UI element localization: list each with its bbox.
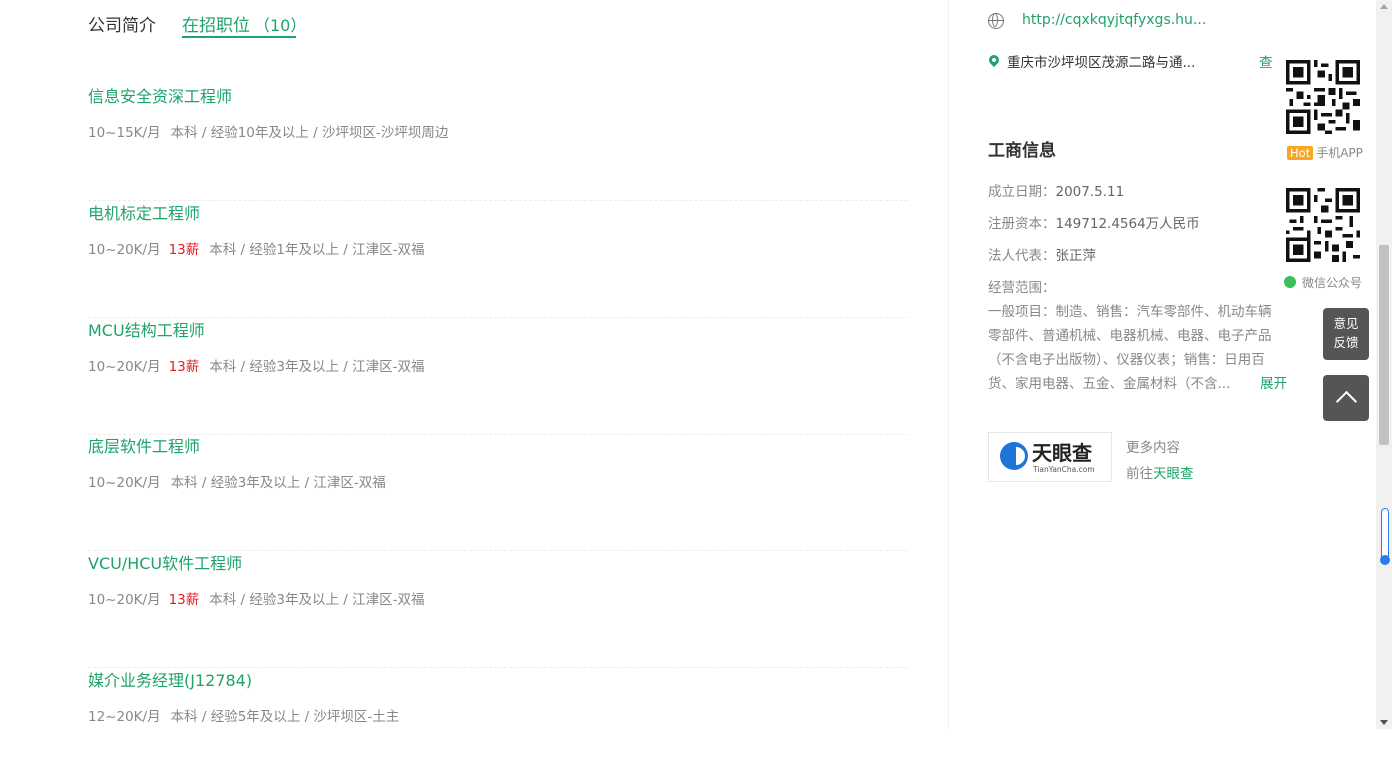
company-website-link[interactable]: http://cqxkqyjtqfyxgs.hu... (1022, 12, 1206, 28)
side-slider-widget[interactable] (1380, 508, 1390, 565)
tab-open-positions-label: 在招职位 (182, 16, 250, 36)
job-meta: 12~20K/月 本科 / 经验5年及以上 / 沙坪坝区-土主 (88, 705, 399, 725)
job-salary: 12~20K/月 (88, 709, 161, 725)
tianyancha-go-link[interactable]: 前往天眼查 (1126, 462, 1194, 482)
job-details: 本科 / 经验3年及以上 / 江津区-双福 (209, 592, 425, 608)
legal-value: 张正萍 (1055, 248, 1097, 264)
job-title[interactable]: 媒介业务经理(J12784) (88, 667, 252, 691)
job-meta: 10~20K/月 本科 / 经验3年及以上 / 江津区-双福 (88, 471, 386, 491)
job-bonus: 13薪 (168, 359, 200, 375)
job-title[interactable]: 信息安全资深工程师 (88, 83, 232, 107)
capital-value: 149712.4564万人民币 (1055, 216, 1200, 232)
job-salary: 10~20K/月 (88, 592, 161, 608)
job-details: 本科 / 经验1年及以上 / 江津区-双福 (209, 242, 425, 258)
back-to-top-button[interactable] (1323, 375, 1369, 421)
wechat-qr-label: 微信公众号 (1284, 274, 1362, 291)
active-tab-underline (182, 36, 296, 38)
job-title[interactable]: MCU结构工程师 (88, 317, 205, 341)
legal-representative: 法人代表：张正萍 (988, 244, 1096, 264)
job-title[interactable]: 电机标定工程师 (88, 200, 200, 224)
location-pin-icon (986, 52, 1002, 68)
sidebar-divider (948, 0, 949, 729)
app-qr-label: Hot 手机APP (1287, 144, 1363, 161)
app-qr-text: 手机APP (1316, 146, 1363, 160)
business-info-title: 工商信息 (988, 141, 1056, 161)
job-title[interactable]: 底层软件工程师 (88, 433, 200, 457)
scroll-down-arrow-icon[interactable] (1380, 720, 1388, 725)
job-meta: 10~20K/月 13薪 本科 / 经验3年及以上 / 江津区-双福 (88, 588, 425, 608)
globe-icon (988, 13, 1004, 29)
scrollbar-thumb[interactable] (1379, 245, 1389, 445)
job-bonus: 13薪 (168, 242, 200, 258)
feedback-button[interactable]: 意见 反馈 (1323, 308, 1369, 360)
tab-company-intro[interactable]: 公司简介 (88, 11, 156, 36)
feedback-line-2: 反馈 (1333, 335, 1359, 350)
job-meta: 10~15K/月 本科 / 经验10年及以上 / 沙坪坝区-沙坪坝周边 (88, 121, 448, 141)
founded-value: 2007.5.11 (1055, 184, 1125, 200)
job-salary: 10~20K/月 (88, 475, 161, 491)
job-details: 本科 / 经验3年及以上 / 江津区-双福 (170, 475, 386, 491)
hot-badge: Hot (1287, 146, 1314, 160)
company-address: 重庆市沙坪坝区茂源二路与通... (1007, 55, 1196, 71)
slider-knob[interactable] (1380, 555, 1390, 565)
tianyancha-logo[interactable]: 天眼查 TianYanCha.com (988, 432, 1112, 482)
job-details: 本科 / 经验10年及以上 / 沙坪坝区-沙坪坝周边 (170, 125, 449, 141)
tab-open-positions[interactable]: 在招职位 （10） (182, 11, 306, 36)
job-item[interactable]: 媒介业务经理(J12784) 12~20K/月 本科 / 经验5年及以上 / 沙坪… (88, 667, 908, 784)
founded-date: 成立日期：2007.5.11 (988, 180, 1124, 200)
job-item[interactable]: 电机标定工程师 10~20K/月 13薪 本科 / 经验1年及以上 / 江津区-双福 (88, 200, 908, 318)
tianyancha-logo-domain: TianYanCha.com (1033, 465, 1095, 474)
job-item[interactable]: MCU结构工程师 10~20K/月 13薪 本科 / 经验3年及以上 / 江津区-双… (88, 317, 908, 435)
job-item[interactable]: 底层软件工程师 10~20K/月 本科 / 经验3年及以上 / 江津区-双福 (88, 433, 908, 551)
job-details: 本科 / 经验3年及以上 / 江津区-双福 (209, 359, 425, 375)
wechat-icon (1284, 276, 1296, 288)
founded-label: 成立日期： (988, 184, 1056, 200)
registered-capital: 注册资本：149712.4564万人民币 (988, 212, 1200, 232)
job-title[interactable]: VCU/HCU软件工程师 (88, 550, 242, 574)
job-details: 本科 / 经验5年及以上 / 沙坪坝区-土主 (170, 709, 400, 725)
business-scope-text: 一般项目：制造、销售：汽车零部件、机动车辆零部件、普通机械、电器机械、电器、电子… (988, 304, 1272, 392)
job-meta: 10~20K/月 13薪 本科 / 经验3年及以上 / 江津区-双福 (88, 355, 425, 375)
tianyancha-logo-text: 天眼查 (1032, 441, 1092, 465)
wechat-qr-code (1286, 188, 1360, 262)
job-meta: 10~20K/月 13薪 本科 / 经验1年及以上 / 江津区-双福 (88, 238, 425, 258)
feedback-line-1: 意见 (1333, 316, 1359, 331)
tianyancha-go-prefix: 前往 (1126, 466, 1153, 482)
job-salary: 10~15K/月 (88, 125, 161, 141)
job-item[interactable]: 信息安全资深工程师 10~15K/月 本科 / 经验10年及以上 / 沙坪坝区-沙… (88, 83, 908, 201)
tab-open-positions-count: （10） (254, 16, 307, 35)
app-qr-code (1286, 60, 1360, 134)
expand-scope-link[interactable]: 展开 (1256, 372, 1287, 392)
wechat-qr-text: 微信公众号 (1302, 276, 1363, 290)
job-bonus: 13薪 (168, 592, 200, 608)
view-map-link[interactable]: 查 (1259, 51, 1273, 71)
tianyancha-emblem-icon (1000, 442, 1028, 470)
job-item[interactable]: VCU/HCU软件工程师 10~20K/月 13薪 本科 / 经验3年及以上 / 江… (88, 550, 908, 668)
capital-label: 注册资本： (988, 216, 1056, 232)
business-scope-label: 经营范围： (988, 280, 1056, 296)
job-salary: 10~20K/月 (88, 242, 161, 258)
tianyancha-go-name: 天眼查 (1153, 466, 1194, 482)
job-salary: 10~20K/月 (88, 359, 161, 375)
tianyancha-more-label: 更多内容 (1126, 440, 1180, 456)
legal-label: 法人代表： (988, 248, 1056, 264)
chevron-up-icon (1335, 390, 1358, 413)
page-scrollbar[interactable] (1376, 0, 1392, 729)
scroll-up-arrow-icon[interactable] (1380, 4, 1388, 9)
